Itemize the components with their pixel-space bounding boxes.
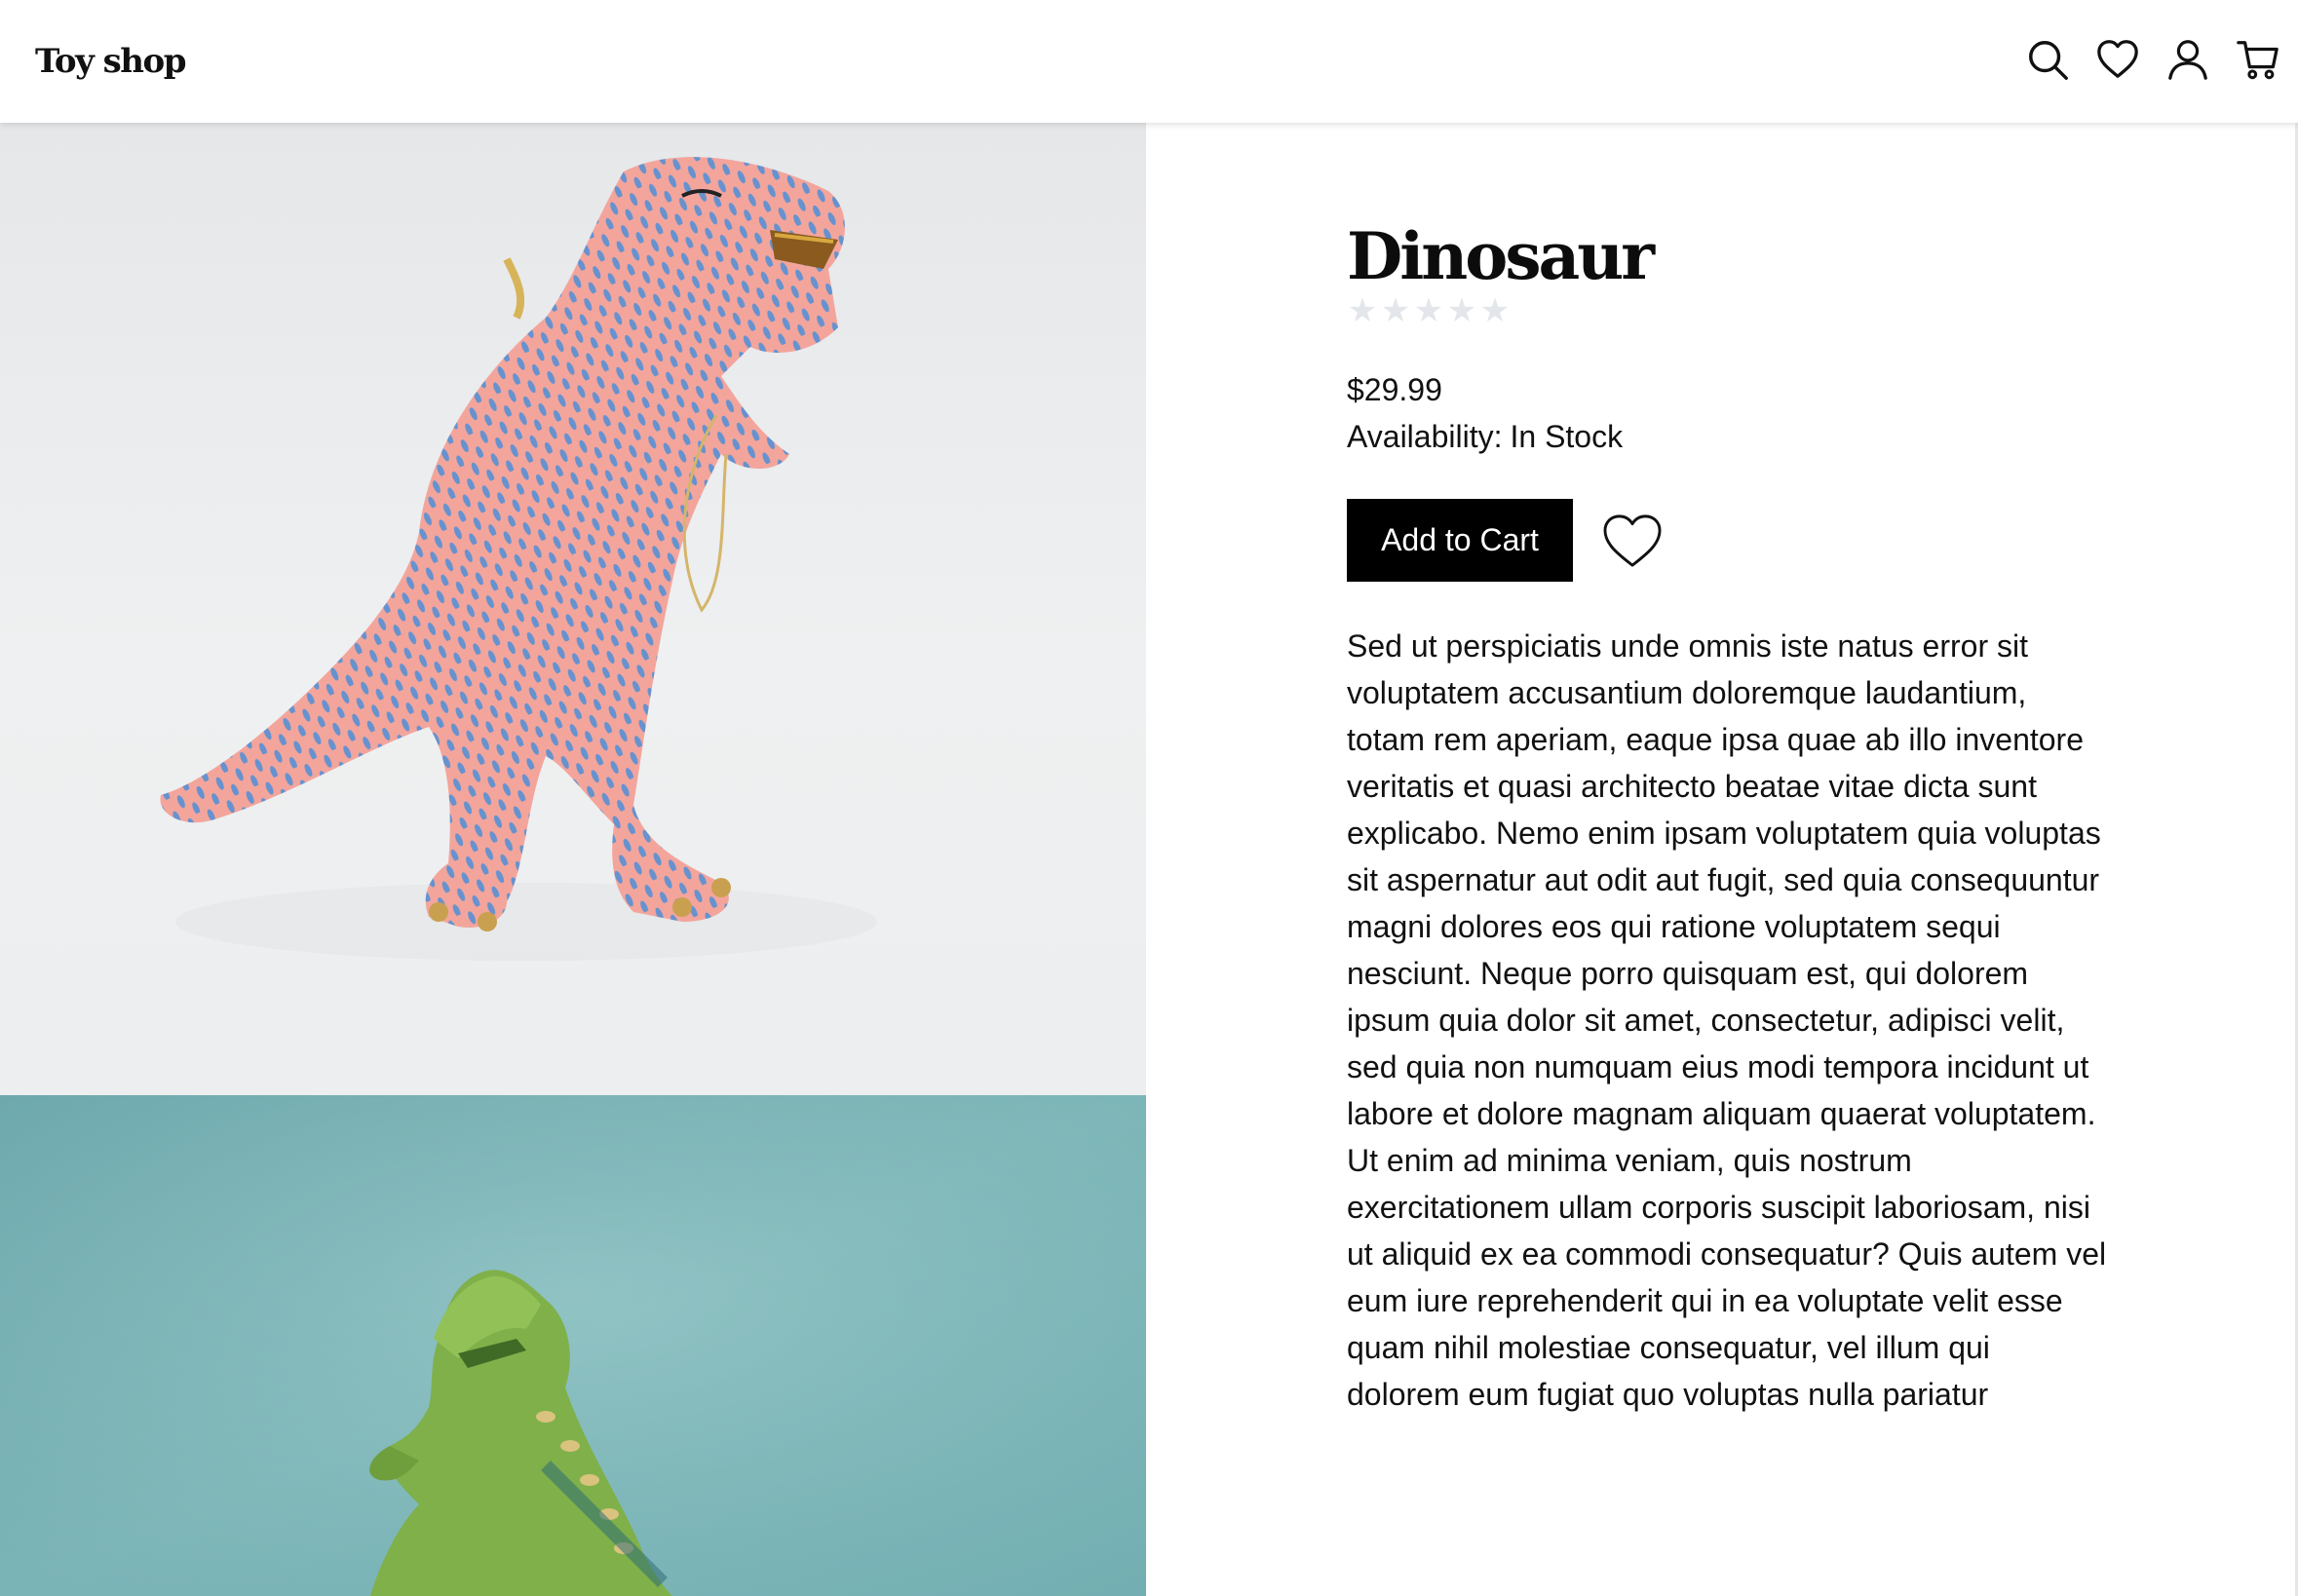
add-to-cart-button[interactable]: Add to Cart <box>1347 499 1573 582</box>
heart-icon <box>2097 40 2138 78</box>
star-icon[interactable]: ★ <box>1347 294 1378 327</box>
user-icon <box>2168 40 2207 80</box>
pink-dinosaur-illustration <box>0 123 1146 1095</box>
cart-icon <box>2237 41 2279 80</box>
site-logo[interactable]: Toy shop <box>35 37 186 86</box>
star-icon[interactable]: ★ <box>1413 294 1444 327</box>
product-gallery <box>0 123 1146 1596</box>
star-icon[interactable]: ★ <box>1380 294 1411 327</box>
green-dinosaur-illustration <box>0 1095 1146 1596</box>
product-image-pink-dinosaur[interactable] <box>0 123 1146 1095</box>
site-header: Toy shop <box>0 0 2298 123</box>
product-rating[interactable]: ★ ★ ★ ★ ★ <box>1347 294 2107 327</box>
product-title: Dinosaur <box>1347 218 1655 294</box>
heart-icon <box>1603 513 1662 567</box>
product-image-green-dinosaur[interactable] <box>0 1095 1146 1596</box>
add-to-wishlist-button[interactable] <box>1600 509 1665 573</box>
availability-value: In Stock <box>1510 419 1624 454</box>
product-price: $29.99 <box>1347 372 1442 407</box>
product-actions: Add to Cart <box>1347 499 2107 582</box>
account-button[interactable] <box>2164 29 2212 90</box>
star-icon[interactable]: ★ <box>1446 294 1477 327</box>
product-details: Dinosaur ★ ★ ★ ★ ★ $29.99 Availability: I… <box>1347 212 2107 1449</box>
availability-label: Availability: <box>1347 419 1503 454</box>
wishlist-button[interactable] <box>2093 29 2142 90</box>
cart-button[interactable] <box>2234 29 2282 90</box>
search-button[interactable] <box>2023 29 2072 90</box>
star-icon[interactable]: ★ <box>1479 294 1511 327</box>
product-page: Toy shop Dinosaur ★ ★ ★ ★ ★ $29.99 Avail… <box>0 0 2298 1596</box>
header-actions <box>2023 29 2282 90</box>
product-description: Sed ut perspiciatis unde omnis iste natu… <box>1347 628 2107 1412</box>
search-icon <box>2029 41 2068 80</box>
product-availability: Availability: In Stock <box>1347 413 2107 460</box>
